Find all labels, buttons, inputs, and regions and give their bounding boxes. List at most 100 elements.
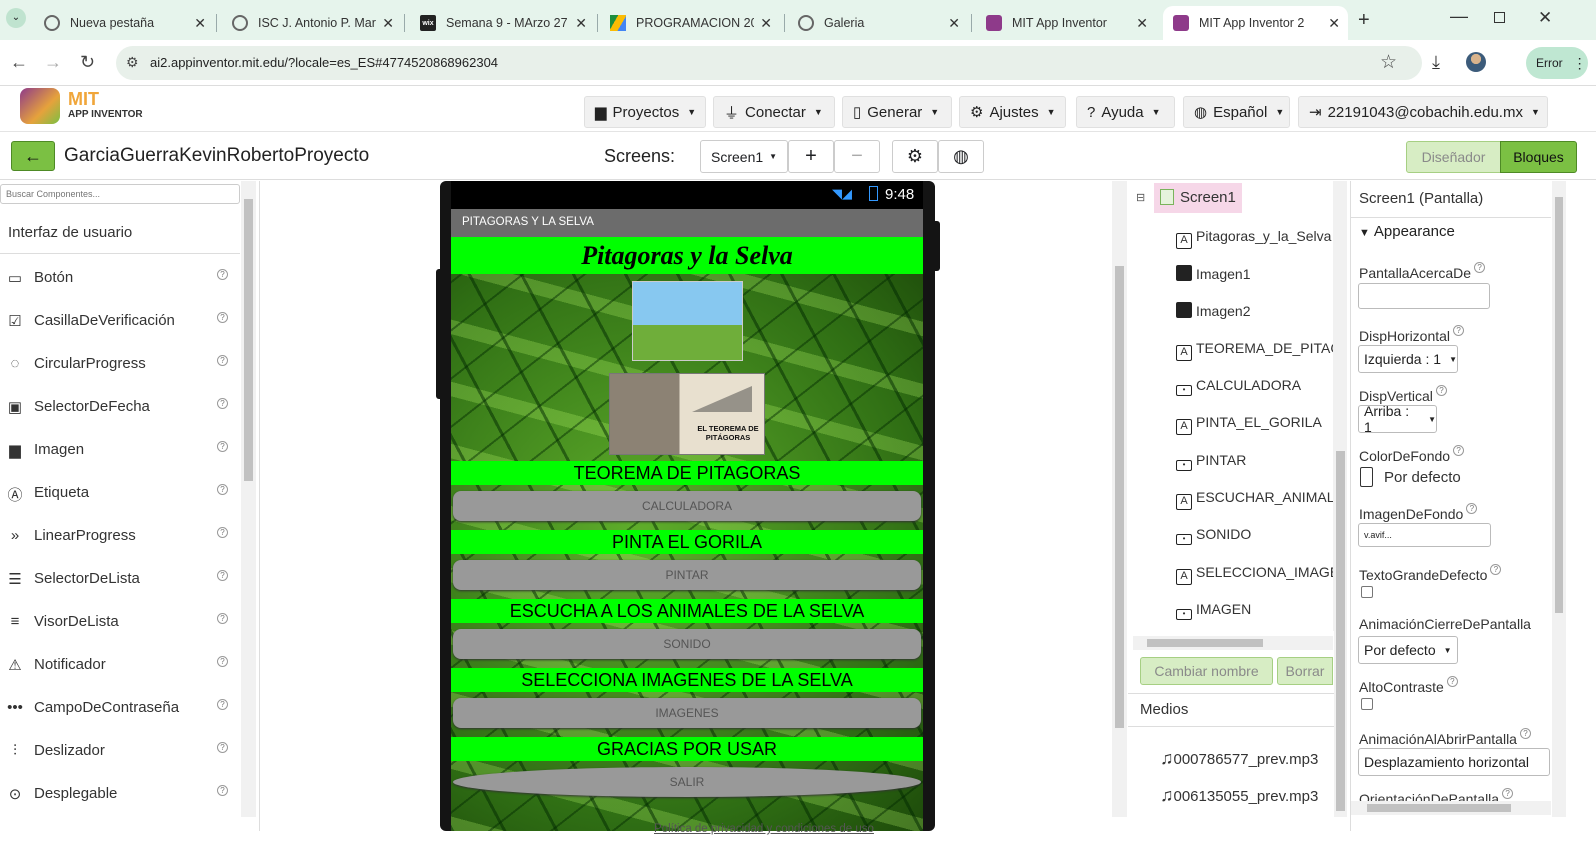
conectar-menu[interactable]: ⏚ Conectar ▼ xyxy=(713,96,835,128)
close-window-icon[interactable]: ✕ xyxy=(1538,8,1552,28)
remove-screen-button[interactable]: − xyxy=(834,140,880,173)
tab-programacion[interactable]: PROGRAMACION 2024 ✕ xyxy=(600,6,780,40)
animals-image[interactable] xyxy=(632,281,743,361)
salir-button[interactable]: SALIR xyxy=(453,767,921,797)
tree-item[interactable]: A ESCUCHAR_ANIMALES xyxy=(1176,489,1346,519)
palette-item-password[interactable]: ••• CampoDeContraseña? xyxy=(0,699,240,739)
help-icon[interactable]: ? xyxy=(217,613,228,624)
palette-item-boton[interactable]: ▭ Botón? xyxy=(0,269,240,309)
tree-item[interactable]: ATEOREMA_DE_PITAGORAS xyxy=(1176,340,1346,370)
bg-color-value[interactable]: Por defecto xyxy=(1384,469,1461,486)
delete-button[interactable]: Borrar xyxy=(1277,657,1333,685)
properties-horizontal-scrollbar[interactable] xyxy=(1351,801,1551,815)
palette-item-imagen[interactable]: ▆ Imagen? xyxy=(0,441,240,481)
palette-item-checkbox[interactable]: ☑ CasillaDeVerificación? xyxy=(0,312,240,352)
pintar-button[interactable]: PINTAR xyxy=(453,560,921,590)
help-icon[interactable]: ? xyxy=(217,269,228,280)
help-icon[interactable]: ? xyxy=(1502,788,1514,799)
profile-error-button[interactable]: Error ⋮ xyxy=(1526,47,1588,79)
close-tab-icon[interactable]: ✕ xyxy=(194,15,206,32)
palette-item-etiqueta[interactable]: Ⓐ Etiqueta? xyxy=(0,484,240,524)
ajustes-menu[interactable]: ⚙ Ajustes ▼ xyxy=(959,96,1066,128)
help-icon[interactable]: ? xyxy=(217,355,228,366)
palette-category[interactable]: Interfaz de usuario xyxy=(8,224,132,241)
close-tab-icon[interactable]: ✕ xyxy=(948,15,960,32)
close-tab-icon[interactable]: ✕ xyxy=(760,15,772,32)
download-icon[interactable]: ⤓ xyxy=(1432,52,1440,73)
idioma-menu[interactable]: ◍ Español ▼ xyxy=(1183,96,1290,128)
help-icon[interactable]: ? xyxy=(1446,676,1458,687)
horiz-align-select[interactable]: Izquierda : 1 ▼ xyxy=(1358,345,1458,373)
help-icon[interactable]: ? xyxy=(1453,325,1465,336)
about-textarea[interactable] xyxy=(1358,283,1490,309)
sonido-button[interactable]: SONIDO xyxy=(453,629,921,659)
calculadora-button[interactable]: CALCULADORA xyxy=(453,491,921,521)
media-item[interactable]: ♫000786577_prev.mp3 xyxy=(1160,748,1318,769)
tab-mit-app-inventor[interactable]: MIT App Inventor ✕ xyxy=(976,6,1156,40)
tree-item[interactable]: Imagen2 xyxy=(1176,302,1250,332)
palette-scrollbar[interactable] xyxy=(241,181,256,817)
restore-icon[interactable] xyxy=(1494,12,1505,23)
help-icon[interactable]: ? xyxy=(217,656,228,667)
reload-icon[interactable]: ↻ xyxy=(80,52,95,73)
help-icon[interactable]: ? xyxy=(217,570,228,581)
media-item[interactable]: ♫006135055_prev.mp3 xyxy=(1160,785,1318,806)
palette-item-linear-progress[interactable]: » LinearProgress? xyxy=(0,527,240,567)
heading-label[interactable]: Pitagoras y la Selva xyxy=(451,237,923,274)
project-properties-button[interactable]: ⚙ xyxy=(892,140,938,173)
help-icon[interactable]: ? xyxy=(217,312,228,323)
new-tab-icon[interactable]: + xyxy=(1358,9,1370,32)
forward-icon[interactable]: → xyxy=(44,52,62,73)
tab-nueva-pestana[interactable]: Nueva pestaña ✕ xyxy=(34,6,214,40)
help-icon[interactable]: ? xyxy=(1474,262,1486,273)
generar-menu[interactable]: ▯ Generar ▼ xyxy=(842,96,952,128)
palette-item-spinner[interactable]: ⊙ Desplegable? xyxy=(0,785,240,825)
tree-panel-scrollbar[interactable] xyxy=(1334,181,1347,817)
designer-button[interactable]: Diseñador xyxy=(1406,141,1501,173)
close-tab-icon[interactable]: ✕ xyxy=(575,15,587,32)
help-icon[interactable]: ? xyxy=(217,441,228,452)
palette-item-list-picker[interactable]: ☰ SelectorDeLista? xyxy=(0,570,240,610)
rename-button[interactable]: Cambiar nombre xyxy=(1140,657,1273,685)
tree-item-screen1[interactable]: Screen1 xyxy=(1154,183,1242,213)
tab-semana-9[interactable]: wix Semana 9 - MArzo 27 ✕ xyxy=(410,6,595,40)
open-anim-select[interactable]: Desplazamiento horizontal xyxy=(1358,748,1550,776)
help-icon[interactable]: ? xyxy=(217,742,228,753)
label-escucha-animales[interactable]: ESCUCHA A LOS ANIMALES DE LA SELVA xyxy=(451,599,923,623)
color-swatch[interactable] xyxy=(1360,467,1373,487)
pythagoras-image[interactable]: EL TEOREMA DE PITÁGORAS xyxy=(609,373,765,455)
label-teorema[interactable]: TEOREMA DE PITAGORAS xyxy=(451,461,923,485)
tree-item[interactable]: • PINTAR xyxy=(1176,452,1246,482)
tab-mit-app-inventor-2[interactable]: MIT App Inventor 2 ✕ xyxy=(1163,6,1348,40)
tree-item[interactable]: • SONIDO xyxy=(1176,526,1251,556)
viewer-scrollbar[interactable] xyxy=(1112,181,1127,817)
vert-align-select[interactable]: Arriba : 1 ▼ xyxy=(1358,403,1437,435)
help-icon[interactable]: ? xyxy=(1490,564,1502,575)
tree-item[interactable]: • IMAGEN xyxy=(1176,601,1251,631)
close-tab-icon[interactable]: ✕ xyxy=(1136,15,1148,32)
tab-galeria[interactable]: Galeria ✕ xyxy=(788,6,968,40)
help-icon[interactable]: ? xyxy=(217,527,228,538)
proyectos-menu[interactable]: ▆ Proyectos ▼ xyxy=(584,96,706,128)
bg-image-picker[interactable]: v.avif... xyxy=(1358,523,1491,547)
ayuda-menu[interactable]: ? Ayuda ▼ xyxy=(1076,96,1175,128)
help-icon[interactable]: ? xyxy=(1519,728,1531,739)
app-inventor-logo[interactable]: MIT APP INVENTOR xyxy=(20,86,170,126)
label-selecciona-imagenes[interactable]: SELECCIONA IMAGENES DE LA SELVA xyxy=(451,668,923,692)
help-icon[interactable]: ? xyxy=(217,785,228,796)
palette-item-slider[interactable]: ⫶ Deslizador? xyxy=(0,742,240,782)
help-icon[interactable]: ? xyxy=(1453,445,1465,456)
omnibox[interactable]: ⚙ ai2.appinventor.mit.edu/?locale=es_ES#… xyxy=(116,46,1422,80)
back-to-projects-button[interactable]: ← xyxy=(11,141,55,171)
tree-item[interactable]: Imagen1 xyxy=(1176,265,1250,295)
palette-item-circular-progress[interactable]: ◌ CircularProgress? xyxy=(0,355,240,395)
site-info-icon[interactable]: ⚙ xyxy=(126,54,139,71)
label-pinta-gorila[interactable]: PINTA EL GORILA xyxy=(451,530,923,554)
preview-button[interactable]: ◍ xyxy=(938,140,984,173)
bigtext-checkbox[interactable] xyxy=(1361,586,1373,598)
help-icon[interactable]: ? xyxy=(217,398,228,409)
help-icon[interactable]: ? xyxy=(1435,385,1447,396)
tree-item[interactable]: A PINTA_EL_GORILA xyxy=(1176,414,1322,444)
avatar[interactable] xyxy=(1466,52,1486,72)
tab-isc[interactable]: ISC J. Antonio P. Martin ✕ xyxy=(222,6,402,40)
